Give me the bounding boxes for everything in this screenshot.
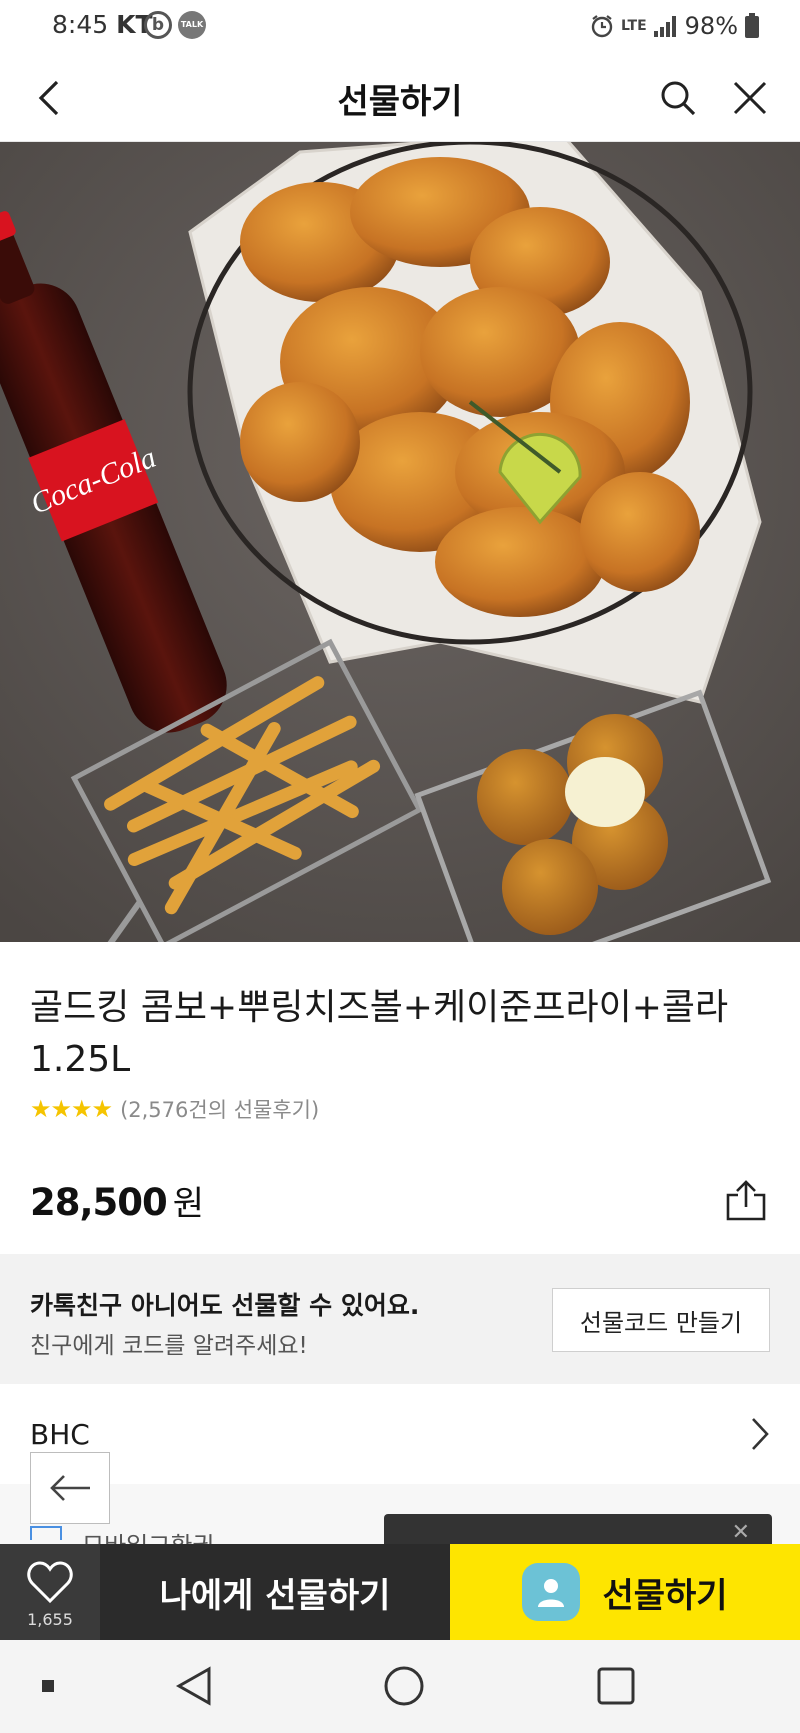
close-button[interactable] xyxy=(724,72,776,124)
network-type: LTE xyxy=(620,18,647,34)
alarm-icon xyxy=(591,15,613,38)
heart-icon xyxy=(27,1561,73,1604)
system-nav-bar xyxy=(0,1640,800,1733)
floating-back-button[interactable] xyxy=(30,1452,110,1524)
popup-close-icon[interactable]: ✕ xyxy=(732,1522,750,1544)
signal-icon xyxy=(653,16,676,37)
talk-app-icon: TALK xyxy=(178,11,206,39)
mobile-voucher-row[interactable]: 모바일교환권 xyxy=(30,1526,240,1546)
brand-name: BHC xyxy=(30,1418,90,1451)
price-row: 28,500 원 xyxy=(30,1176,770,1225)
battery-percent: 98% xyxy=(684,12,738,40)
review-count: (2,576건의 선물후기) xyxy=(120,1098,320,1122)
rating-row[interactable]: ★★★★ (2,576건의 선물후기) xyxy=(30,1094,770,1124)
gift-code-banner: 카톡친구 아니어도 선물할 수 있어요. 친구에게 코드를 알려주세요! 선물코… xyxy=(0,1254,800,1384)
status-bar: 8:45 KT b TALK LTE 98% xyxy=(0,0,800,54)
share-button[interactable] xyxy=(722,1177,770,1225)
b-app-icon: b xyxy=(144,11,172,39)
mobile-voucher-label: 모바일교환권 xyxy=(82,1532,215,1546)
gift-to-self-button[interactable]: 나에게 선물하기 xyxy=(100,1544,450,1640)
make-gift-code-button[interactable]: 선물코드 만들기 xyxy=(552,1288,770,1352)
nav-back-icon[interactable] xyxy=(170,1662,218,1710)
nav-dot-icon[interactable] xyxy=(36,1662,60,1710)
close-icon xyxy=(733,81,767,115)
brand-row[interactable]: BHC xyxy=(0,1384,800,1484)
popup-panel: ✕ xyxy=(384,1514,772,1544)
price: 28,500 원 xyxy=(30,1181,204,1224)
app-header: 선물하기 xyxy=(0,54,800,142)
search-button[interactable] xyxy=(652,72,704,124)
search-icon xyxy=(661,81,696,116)
voucher-icon xyxy=(30,1526,62,1540)
share-icon xyxy=(726,1179,766,1220)
chevron-right-icon xyxy=(752,1418,769,1450)
star-rating: ★★★★ xyxy=(30,1095,113,1123)
wish-count: 1,655 xyxy=(27,1610,73,1629)
gift-code-subtitle: 친구에게 코드를 알려주세요! xyxy=(30,1333,308,1359)
wish-button[interactable]: 1,655 xyxy=(0,1544,100,1640)
friend-avatar-icon xyxy=(522,1563,581,1621)
nav-home-icon[interactable] xyxy=(380,1662,428,1710)
send-gift-label: 선물하기 xyxy=(602,1575,728,1616)
left-arrow-icon xyxy=(50,1475,90,1501)
send-gift-button[interactable]: 선물하기 xyxy=(450,1544,800,1640)
gift-code-title: 카톡친구 아니어도 선물할 수 있어요. xyxy=(30,1291,420,1320)
nav-recents-icon[interactable] xyxy=(592,1662,640,1710)
product-title: 골드킹 콤보+뿌링치즈볼+케이준프라이+콜라 1.25L xyxy=(30,987,729,1080)
bottom-action-bar: 1,655 나에게 선물하기 선물하기 xyxy=(0,1544,800,1640)
product-image: Coca-Cola xyxy=(0,142,800,942)
product-info: 골드킹 콤보+뿌링치즈볼+케이준프라이+콜라 1.25L ★★★★ (2,576… xyxy=(0,942,800,1225)
battery-icon xyxy=(745,13,759,38)
status-time: 8:45 KT xyxy=(52,10,153,39)
